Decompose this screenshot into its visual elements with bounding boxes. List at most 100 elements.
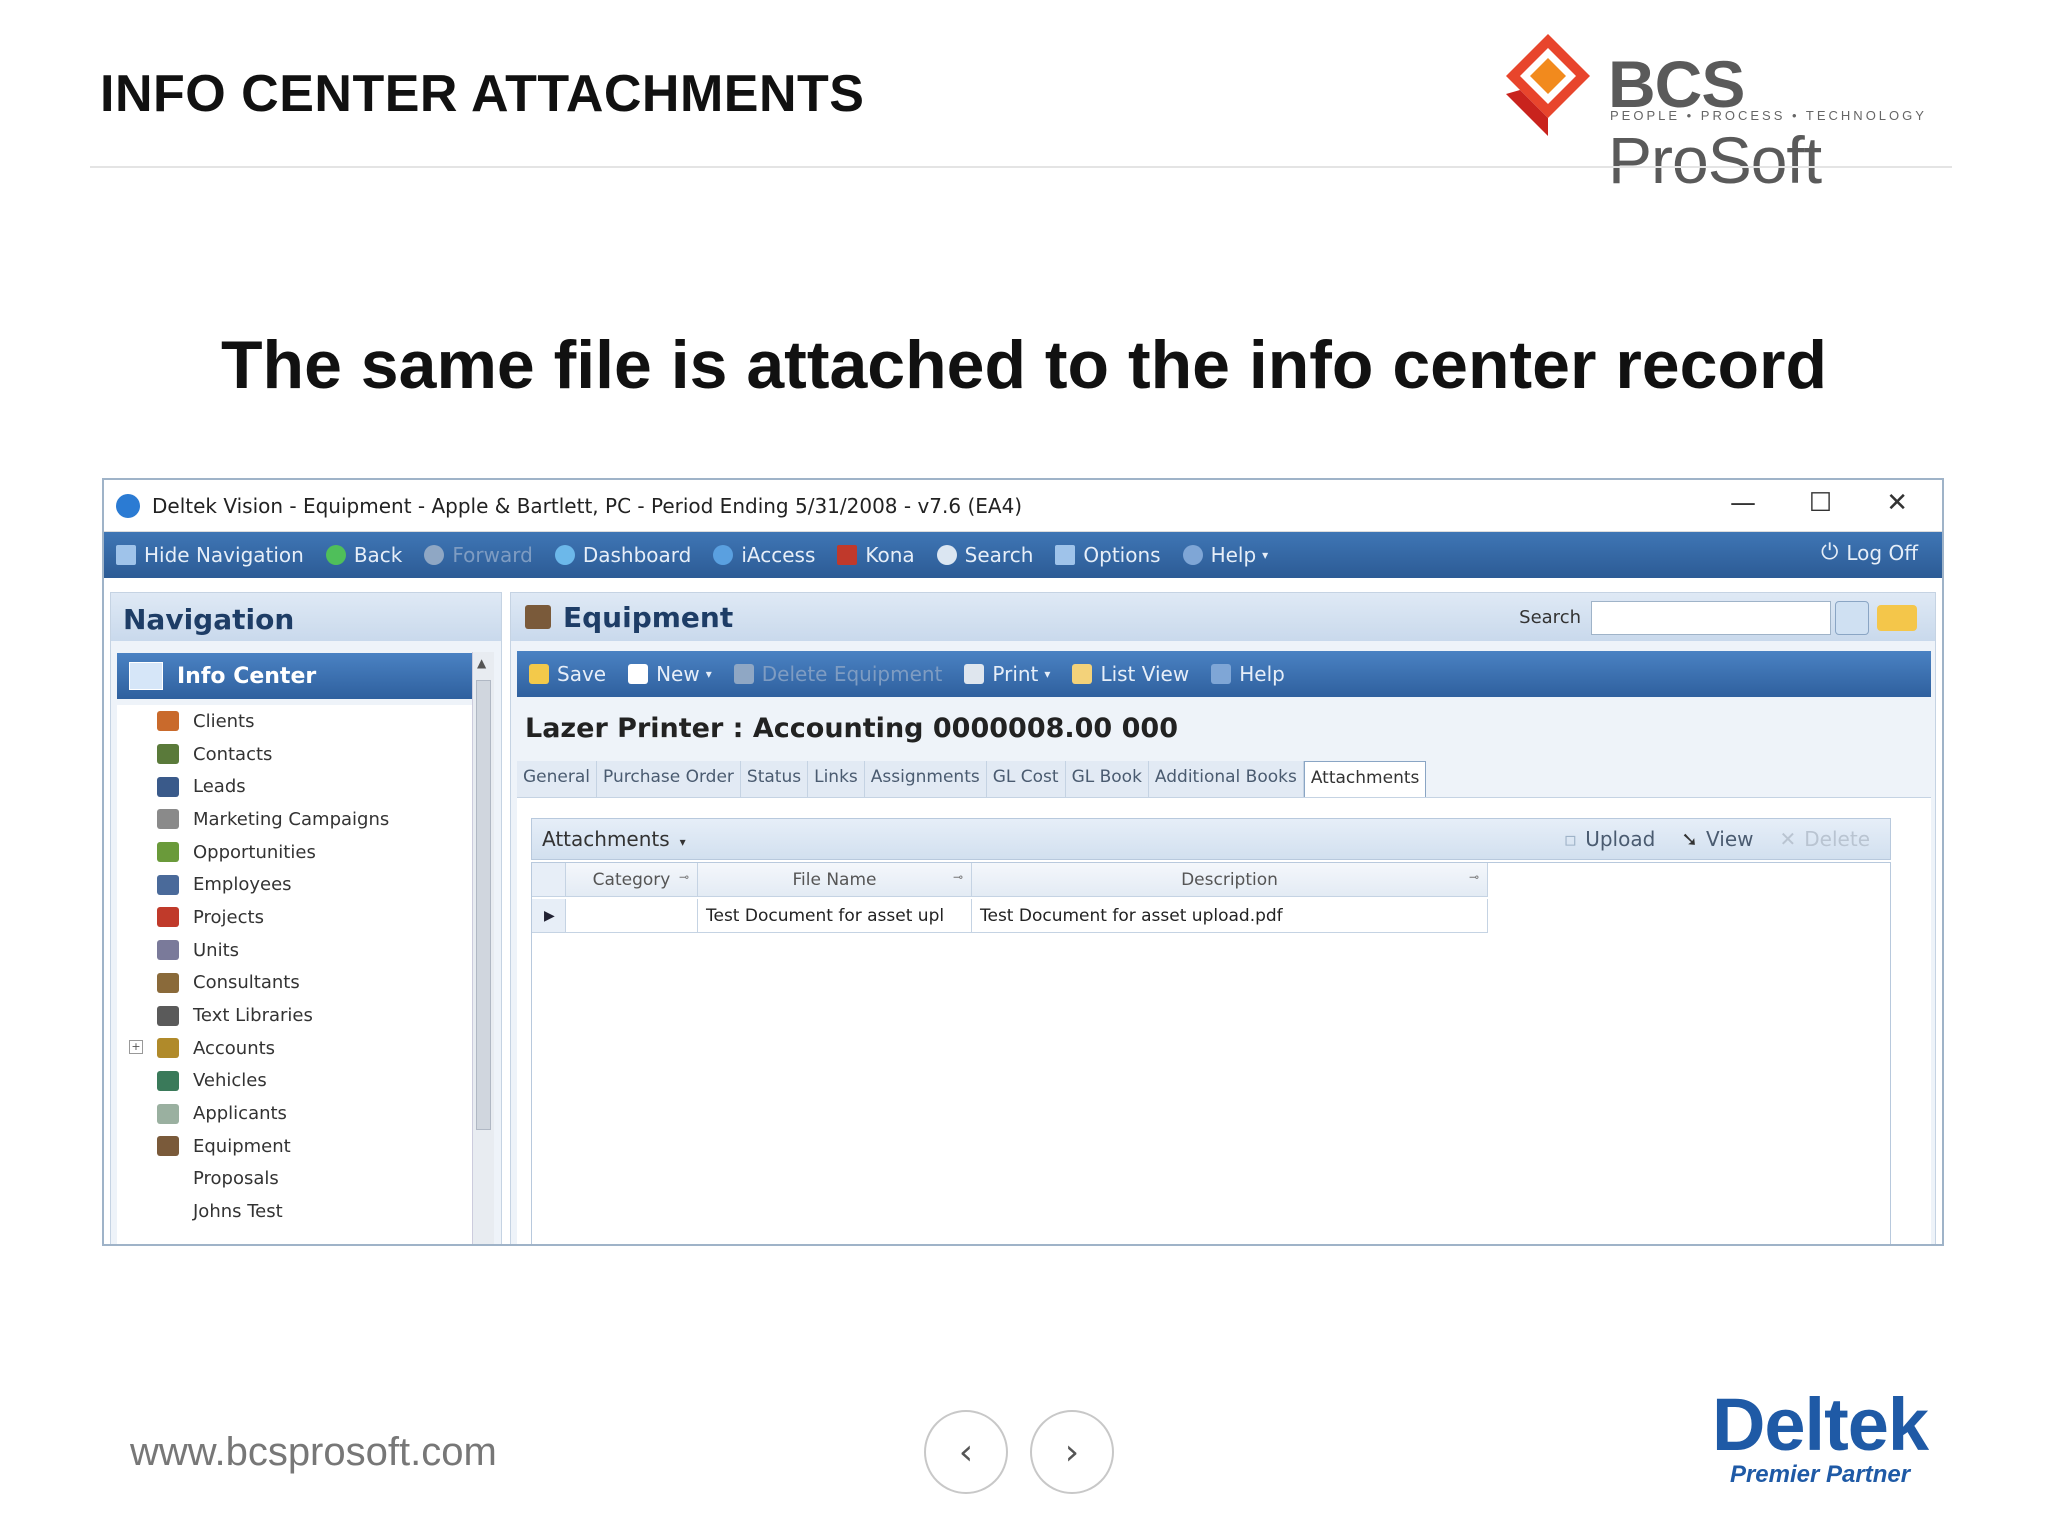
iaccess-button[interactable]: iAccess	[713, 543, 815, 567]
tab-gl-book[interactable]: GL Book	[1065, 761, 1149, 797]
log-off-button[interactable]: ⏻ Log Off	[1821, 540, 1918, 565]
equipment-icon	[157, 1136, 179, 1157]
iaccess-icon	[713, 545, 734, 565]
navigation-heading: Navigation	[111, 593, 501, 641]
chevron-down-icon: ▾	[1044, 667, 1051, 681]
view-button[interactable]: ➘ View	[1681, 827, 1753, 851]
hide-navigation-button[interactable]: Hide Navigation	[116, 543, 304, 567]
tab-assignments[interactable]: Assignments	[864, 761, 987, 797]
help-menu-button[interactable]: Help ▾	[1182, 543, 1269, 567]
navigation-panel: Navigation Info Center Clients Contacts Le…	[110, 592, 502, 1244]
sidebar-item-projects[interactable]: Projects	[117, 901, 475, 934]
back-arrow-icon	[325, 545, 346, 565]
sidebar-item-clients[interactable]: Clients	[117, 705, 475, 738]
bcs-logo-mark-icon	[1506, 34, 1590, 136]
pin-icon[interactable]: ⊸	[953, 870, 963, 884]
header-divider	[90, 166, 1952, 168]
info-center-section[interactable]: Info Center	[117, 653, 475, 699]
delete-equipment-button[interactable]: Delete Equipment	[733, 662, 942, 686]
cell-file-name[interactable]: Test Document for asset upl	[698, 899, 972, 932]
attachments-menu[interactable]: Attachments ▾	[542, 827, 686, 851]
cell-description[interactable]: Test Document for asset upload.pdf	[972, 899, 1488, 932]
previous-slide-button[interactable]: ‹	[924, 1410, 1008, 1494]
row-selector[interactable]: ▶	[532, 899, 566, 932]
sidebar-item-units[interactable]: Units	[117, 934, 475, 967]
sidebar-item-equipment[interactable]: Equipment	[117, 1130, 475, 1163]
applicants-icon	[157, 1103, 179, 1124]
dashboard-button[interactable]: Dashboard	[554, 543, 691, 567]
new-button[interactable]: New ▾	[628, 662, 712, 686]
sidebar-item-applicants[interactable]: Applicants	[117, 1097, 475, 1130]
bcs-prosoft-logo: BCS ProSoft PEOPLE • PROCESS • TECHNOLOG…	[1500, 28, 1930, 197]
forward-button[interactable]: Forward	[424, 543, 533, 567]
close-button[interactable]: ✕	[1886, 488, 1908, 518]
sidebar-item-johns-test[interactable]: Johns Test	[117, 1195, 475, 1228]
print-button[interactable]: Print ▾	[964, 662, 1050, 686]
table-row[interactable]: ▶ Test Document for asset upl Test Docum…	[532, 899, 1488, 933]
options-button[interactable]: Options	[1055, 543, 1161, 567]
sidebar-item-vehicles[interactable]: Vehicles	[117, 1065, 475, 1098]
sidebar-item-label: Opportunities	[193, 841, 316, 863]
tab-general[interactable]: General	[517, 761, 597, 797]
tab-attachments[interactable]: Attachments	[1303, 761, 1427, 797]
column-header-category[interactable]: Category ⊸	[566, 863, 698, 896]
deltek-premier-partner-logo: Deltek Premier Partner	[1700, 1382, 1940, 1502]
kona-button[interactable]: Kona	[837, 543, 915, 567]
navigation-scrollbar[interactable]: ▲	[472, 652, 494, 1244]
logo-tagline: PEOPLE • PROCESS • TECHNOLOGY	[1610, 108, 1927, 123]
sidebar-item-accounts[interactable]: + Accounts	[117, 1032, 475, 1065]
save-button[interactable]: Save	[529, 662, 606, 686]
minimize-button[interactable]: —	[1730, 488, 1756, 518]
attachments-content: Attachments ▾ ▫ Upload ➘ View ✕ Delete Categ…	[517, 797, 1931, 1244]
list-view-button[interactable]: List View	[1072, 662, 1189, 686]
next-slide-button[interactable]: ›	[1030, 1410, 1114, 1494]
search-options-button[interactable]	[1877, 605, 1917, 631]
column-header-description[interactable]: Description ⊸	[972, 863, 1488, 896]
delete-attachment-button[interactable]: ✕ Delete	[1780, 827, 1870, 851]
grid-header: Category ⊸ File Name ⊸ Description ⊸	[532, 863, 1488, 897]
chevron-down-icon: ▾	[679, 835, 686, 849]
cell-category[interactable]	[566, 899, 698, 932]
pin-icon[interactable]: ⊸	[679, 870, 689, 884]
sidebar-item-text-libraries[interactable]: Text Libraries	[117, 999, 475, 1032]
help-icon	[1211, 664, 1232, 684]
sidebar-item-proposals[interactable]: Proposals	[117, 1163, 475, 1196]
row-pointer-icon: ▶	[544, 908, 555, 924]
expand-icon[interactable]: +	[129, 1039, 143, 1054]
attachments-bar: Attachments ▾ ▫ Upload ➘ View ✕ Delete	[531, 818, 1891, 860]
tab-purchase-order[interactable]: Purchase Order	[597, 761, 741, 797]
tab-links[interactable]: Links	[808, 761, 865, 797]
tab-status[interactable]: Status	[740, 761, 809, 797]
search-go-button[interactable]	[1835, 601, 1869, 635]
dashboard-icon	[554, 545, 575, 565]
search-input[interactable]	[1591, 601, 1831, 635]
search-button[interactable]: Search	[936, 543, 1033, 567]
record-help-button[interactable]: Help	[1211, 662, 1285, 686]
scrollbar-thumb[interactable]	[476, 680, 491, 1130]
power-icon: ⏻	[1820, 540, 1839, 565]
sidebar-item-label: Contacts	[193, 743, 273, 765]
blank-icon	[157, 1202, 179, 1222]
sidebar-item-contacts[interactable]: Contacts	[117, 738, 475, 771]
sidebar-item-leads[interactable]: Leads	[117, 770, 475, 803]
sidebar-item-consultants[interactable]: Consultants	[117, 967, 475, 1000]
sidebar-item-opportunities[interactable]: Opportunities	[117, 836, 475, 869]
search-label: Search	[1519, 607, 1581, 628]
equipment-icon	[525, 605, 551, 629]
scroll-up-icon[interactable]: ▲	[477, 656, 486, 670]
tab-additional-books[interactable]: Additional Books	[1148, 761, 1304, 797]
footer-url[interactable]: www.bcsprosoft.com	[130, 1430, 497, 1475]
tab-gl-cost[interactable]: GL Cost	[986, 761, 1066, 797]
upload-button[interactable]: ▫ Upload	[1564, 827, 1656, 851]
kona-icon	[837, 545, 858, 565]
chevron-down-icon: ▾	[705, 667, 712, 681]
sidebar-item-employees[interactable]: Employees	[117, 868, 475, 901]
sidebar-item-label: Marketing Campaigns	[193, 808, 390, 830]
maximize-button[interactable]: ☐	[1809, 488, 1832, 518]
chevron-down-icon: ▾	[1262, 548, 1269, 562]
back-button[interactable]: Back	[325, 543, 402, 567]
sidebar-item-label: Equipment	[193, 1135, 291, 1157]
pin-icon[interactable]: ⊸	[1469, 870, 1479, 884]
column-header-file-name[interactable]: File Name ⊸	[698, 863, 972, 896]
sidebar-item-marketing-campaigns[interactable]: Marketing Campaigns	[117, 803, 475, 836]
